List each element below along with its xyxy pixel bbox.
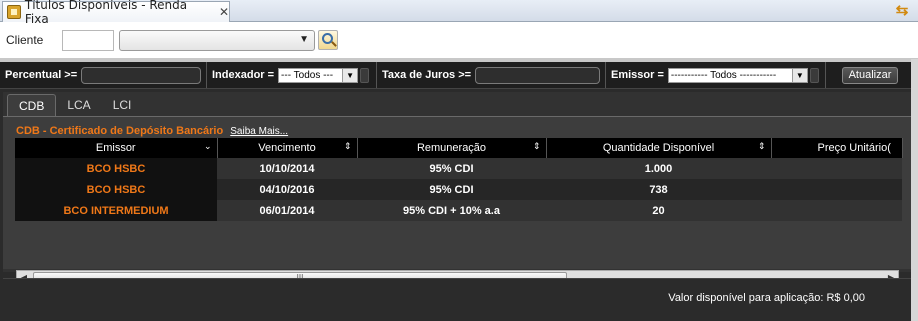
table-row[interactable]: BCO HSBC 10/10/2014 95% CDI 1.000 — [15, 158, 902, 179]
tab-lca[interactable]: LCA — [56, 94, 101, 116]
table-row[interactable]: BCO INTERMEDIUM 06/01/2014 95% CDI + 10%… — [15, 200, 902, 221]
chevron-down-icon: ▼ — [299, 33, 309, 45]
filter-bar: Percentual >= Indexador = --- Todos --- … — [0, 62, 918, 89]
close-icon[interactable]: ✕ — [219, 5, 229, 19]
preco-cell — [771, 179, 902, 200]
table-header-row: Emissor ⌄ Vencimento ⇕ Remuneração ⇕ Quanti… — [15, 138, 903, 158]
section-title-text: CDB - Certificado de Depósito Bancário — [16, 125, 224, 137]
column-header-remuneracao[interactable]: Remuneração ⇕ — [357, 138, 547, 158]
sync-icon[interactable]: ⇆ — [894, 3, 910, 19]
emissor-cell: BCO INTERMEDIUM — [15, 200, 217, 221]
folder-icon — [7, 5, 21, 19]
quantidade-cell: 1.000 — [546, 158, 771, 179]
emissor-filter: Emissor = ----------- Todos ----------- … — [606, 62, 826, 88]
chevron-down-icon: ▼ — [791, 68, 807, 82]
emissor-spinner[interactable] — [809, 67, 819, 83]
sort-icon: ⇕ — [757, 141, 766, 151]
vertical-scrollbar[interactable] — [911, 59, 918, 321]
product-tabs: CDB LCA LCI — [3, 92, 911, 116]
emissor-value: ----------- Todos ----------- — [670, 69, 777, 81]
percentual-input[interactable] — [81, 66, 201, 84]
available-balance: Valor disponível para aplicação: R$ 0,00 — [668, 292, 865, 304]
indexador-spinner[interactable] — [360, 67, 370, 83]
vencimento-cell: 10/10/2014 — [217, 158, 357, 179]
percentual-label: Percentual >= — [5, 69, 78, 81]
emissor-cell: BCO HSBC — [15, 179, 217, 200]
sort-icon: ⇕ — [343, 141, 352, 151]
window-tab[interactable]: Títulos Disponíveis - Renda Fixa ✕ — [2, 0, 230, 26]
vencimento-cell: 04/10/2016 — [217, 179, 357, 200]
titles-table: Emissor ⌄ Vencimento ⇕ Remuneração ⇕ Quanti… — [15, 138, 903, 221]
preco-cell — [771, 200, 902, 221]
indexador-label: Indexador = — [212, 69, 275, 81]
indexador-select[interactable]: --- Todos --- ▼ — [278, 67, 359, 83]
chevron-down-icon: ▼ — [342, 68, 358, 82]
tab-lci[interactable]: LCI — [102, 94, 143, 116]
emissor-cell: BCO HSBC — [15, 158, 217, 179]
vencimento-cell: 06/01/2014 — [217, 200, 357, 221]
indexador-filter: Indexador = --- Todos --- ▼ — [207, 62, 377, 88]
percentual-filter: Percentual >= — [0, 62, 207, 88]
tab-cdb[interactable]: CDB — [7, 94, 57, 116]
saiba-mais-link[interactable]: Saiba Mais... — [230, 126, 288, 137]
tab-content: CDB - Certificado de Depósito Bancário S… — [3, 116, 911, 285]
remuneracao-cell: 95% CDI — [357, 179, 546, 200]
window-title: Títulos Disponíveis - Renda Fixa — [24, 0, 188, 26]
taxa-filter: Taxa de Juros >= — [377, 62, 606, 88]
emissor-label: Emissor = — [611, 69, 664, 81]
indexador-value: --- Todos --- — [281, 69, 334, 81]
column-header-emissor[interactable]: Emissor ⌄ — [15, 138, 218, 158]
taxa-label: Taxa de Juros >= — [382, 69, 472, 81]
search-button[interactable] — [318, 30, 338, 50]
emissor-select[interactable]: ----------- Todos ----------- ▼ — [667, 67, 808, 83]
footer: Valor disponível para aplicação: R$ 0,00 — [3, 278, 911, 318]
remuneracao-cell: 95% CDI + 10% a.a — [357, 200, 546, 221]
chevron-down-icon: ⌄ — [203, 141, 212, 151]
sort-icon: ⇕ — [532, 141, 541, 151]
client-bar: Cliente ▼ — [0, 22, 918, 59]
column-header-quantidade[interactable]: Quantidade Disponível ⇕ — [546, 138, 772, 158]
quantidade-cell: 738 — [546, 179, 771, 200]
client-select[interactable]: ▼ — [119, 29, 315, 51]
taxa-input[interactable] — [475, 66, 600, 84]
main-panel: CDB LCA LCI CDB - Certificado de Depósit… — [3, 92, 911, 285]
remuneracao-cell: 95% CDI — [357, 158, 546, 179]
title-bar: Títulos Disponíveis - Renda Fixa ✕ ⇆ — [0, 0, 918, 26]
client-code-input[interactable] — [62, 29, 114, 51]
column-header-vencimento[interactable]: Vencimento ⇕ — [217, 138, 358, 158]
quantidade-cell: 20 — [546, 200, 771, 221]
table-row[interactable]: BCO HSBC 04/10/2016 95% CDI 738 — [15, 179, 902, 200]
client-label: Cliente — [6, 33, 44, 47]
column-header-preco[interactable]: Preço Unitário( — [771, 138, 903, 158]
atualizar-button[interactable]: Atualizar — [842, 66, 898, 84]
preco-cell — [771, 158, 902, 179]
section-title: CDB - Certificado de Depósito Bancário S… — [16, 125, 288, 137]
